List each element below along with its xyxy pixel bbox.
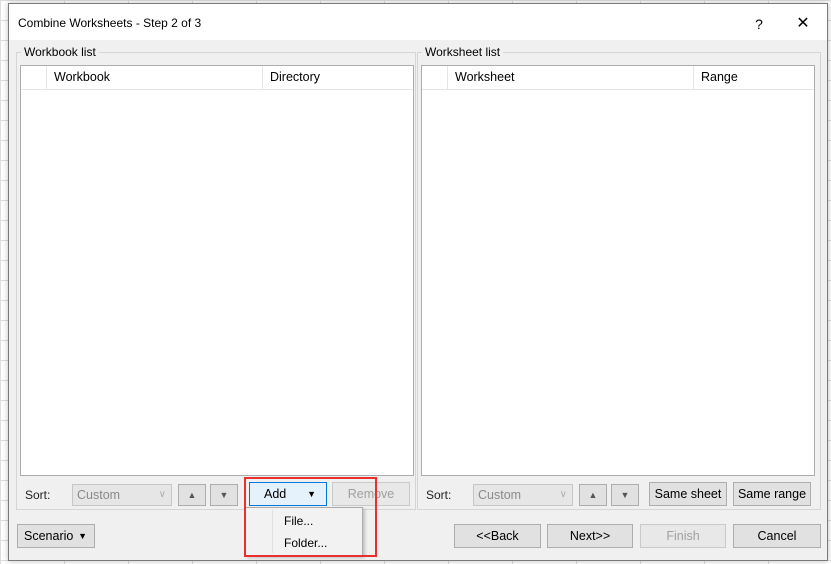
worksheet-sort-label: Sort: <box>426 488 452 502</box>
workbook-sort-combo[interactable]: Custom ∨ <box>72 484 172 506</box>
worksheet-list-legend: Worksheet list <box>422 44 504 60</box>
same-range-button[interactable]: Same range <box>733 482 811 506</box>
dialog-title: Combine Worksheets - Step 2 of 3 <box>18 16 202 30</box>
finish-button[interactable]: Finish <box>640 524 726 548</box>
directory-column-header[interactable]: Directory <box>263 66 414 90</box>
title-bar: Combine Worksheets - Step 2 of 3 ? ✕ <box>9 4 827 40</box>
help-icon[interactable]: ? <box>747 12 771 36</box>
worksheet-sort-combo[interactable]: Custom ∨ <box>473 484 573 506</box>
workbook-sort-label: Sort: <box>25 488 51 502</box>
workbook-list-legend: Workbook list <box>21 44 99 60</box>
highlight-box <box>244 477 377 557</box>
worksheet-move-down-button[interactable]: ▼ <box>611 484 639 506</box>
workbook-move-down-button[interactable]: ▼ <box>210 484 238 506</box>
combine-worksheets-dialog: Combine Worksheets - Step 2 of 3 ? ✕ Wor… <box>8 3 828 561</box>
workbook-move-up-button[interactable]: ▲ <box>178 484 206 506</box>
workbook-sort-value: Custom <box>77 488 121 502</box>
checkbox-column-header[interactable] <box>422 66 448 90</box>
workbook-listview[interactable]: Workbook Directory <box>20 65 414 476</box>
checkbox-column-header[interactable] <box>21 66 47 90</box>
chevron-down-icon: ∨ <box>158 489 166 500</box>
range-column-header[interactable]: Range <box>694 66 815 90</box>
chevron-down-icon: ∨ <box>559 489 567 500</box>
back-button[interactable]: <<Back <box>454 524 541 548</box>
worksheet-move-up-button[interactable]: ▲ <box>579 484 607 506</box>
worksheet-listview[interactable]: Worksheet Range <box>421 65 815 476</box>
cancel-button[interactable]: Cancel <box>733 524 821 548</box>
workbook-list-header: Workbook Directory <box>21 66 413 90</box>
workbook-column-header[interactable]: Workbook <box>47 66 263 90</box>
next-button[interactable]: Next>> <box>547 524 633 548</box>
caret-down-icon: ▼ <box>78 531 87 541</box>
worksheet-list-header: Worksheet Range <box>422 66 814 90</box>
same-sheet-button[interactable]: Same sheet <box>649 482 727 506</box>
scenario-button[interactable]: Scenario ▼ <box>17 524 95 548</box>
worksheet-sort-value: Custom <box>478 488 522 502</box>
close-icon[interactable]: ✕ <box>789 12 817 36</box>
scenario-button-label: Scenario <box>24 529 74 543</box>
worksheet-column-header[interactable]: Worksheet <box>448 66 694 90</box>
